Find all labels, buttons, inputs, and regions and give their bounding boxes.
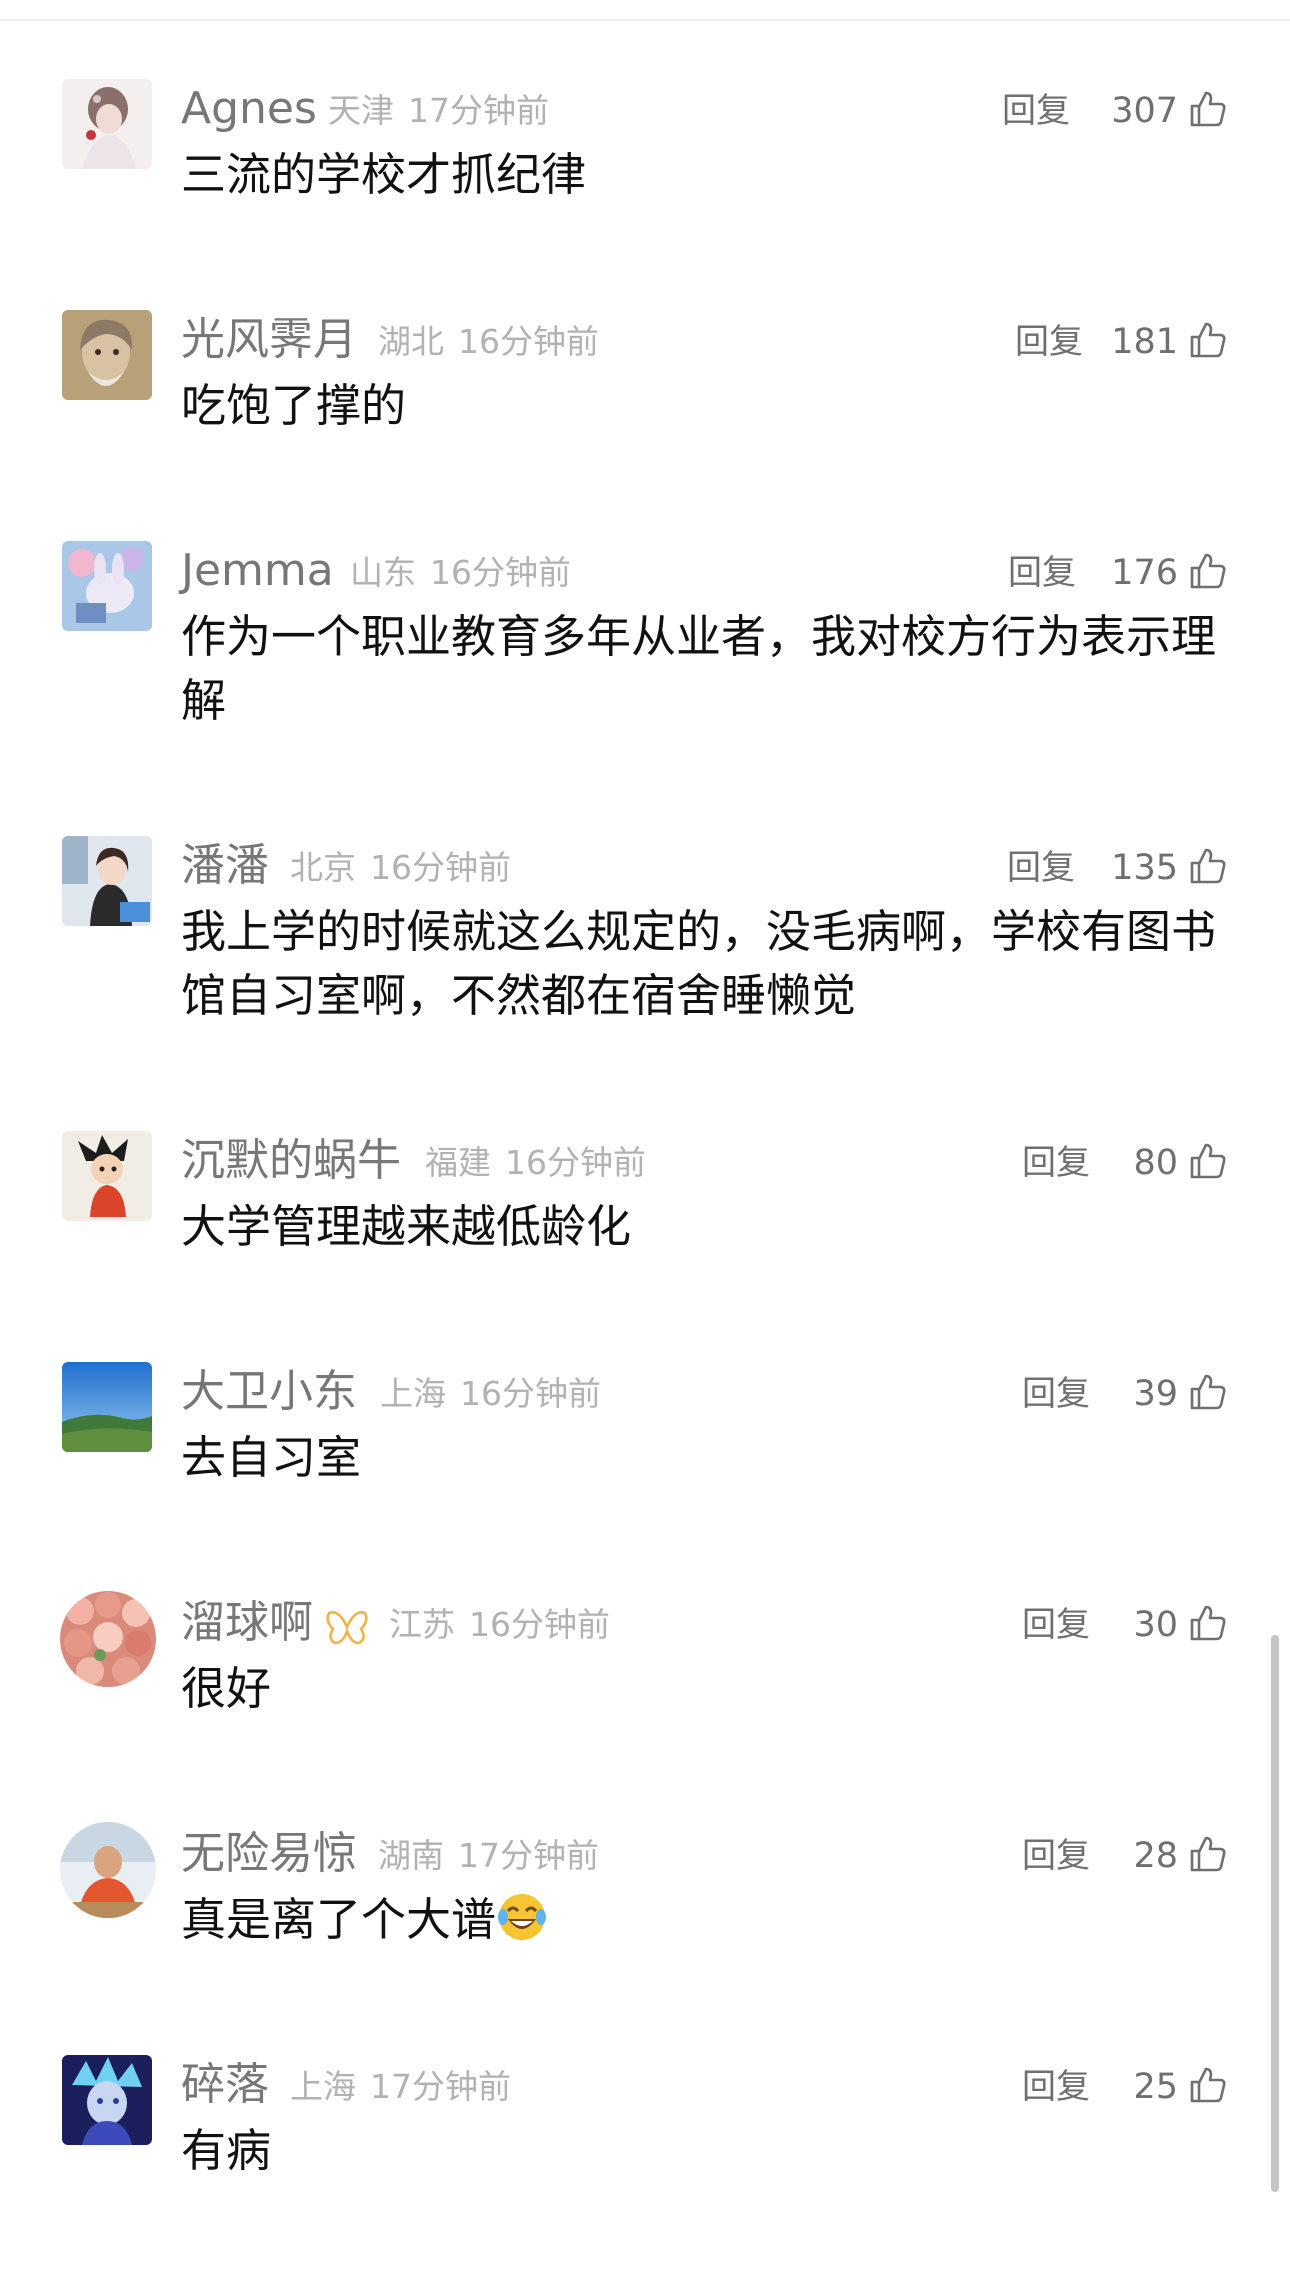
reply-button[interactable]: 回复 [1022, 1370, 1090, 1418]
reply-button[interactable]: 回复 [1007, 844, 1075, 892]
comment-meta: 北京 16分钟前 [290, 844, 511, 892]
reply-button[interactable]: 回复 [1022, 1601, 1090, 1649]
comment-meta: 湖北 16分钟前 [378, 318, 599, 366]
comment-meta: 江苏 16分钟前 [389, 1601, 610, 1649]
comment-meta: 福建 16分钟前 [425, 1139, 646, 1187]
comment-item: 光风霁月 湖北 16分钟前 回复 181 吃饱了撑的 [0, 310, 1290, 530]
timestamp: 16分钟前 [469, 1605, 610, 1644]
scrollbar[interactable] [1271, 1635, 1279, 2192]
comment-item: Agnes 天津 17分钟前 回复 307 三流的学校才抓纪律 [0, 79, 1290, 299]
top-divider [0, 0, 1290, 21]
comment-item: Jemma 山东 16分钟前 回复 176 作为一个职业教育多年从业者，我对校方行… [0, 541, 1290, 761]
like-count: 181 [1111, 322, 1178, 362]
timestamp: 16分钟前 [430, 553, 571, 592]
reply-button[interactable]: 回复 [1008, 549, 1076, 597]
location: 福建 [425, 1143, 491, 1182]
reply-button[interactable]: 回复 [1022, 1139, 1090, 1187]
timestamp: 17分钟前 [408, 91, 549, 130]
location: 上海 [380, 1374, 446, 1413]
timestamp: 17分钟前 [458, 1836, 599, 1875]
location: 湖北 [378, 322, 444, 361]
thumbs-up-icon[interactable] [1188, 320, 1228, 360]
thumbs-up-icon[interactable] [1188, 1372, 1228, 1412]
thumbs-up-icon[interactable] [1188, 2065, 1228, 2105]
comment-item: 沉默的蜗牛 福建 16分钟前 回复 80 大学管理越来越低龄化 [0, 1131, 1290, 1351]
user-name[interactable]: 潘潘 [181, 838, 269, 894]
user-avatar[interactable] [60, 1822, 156, 1918]
comment-text: 大学管理越来越低龄化 [181, 1200, 632, 1253]
comment-meta: 湖南 17分钟前 [378, 1832, 599, 1880]
location: 湖南 [378, 1836, 444, 1875]
user-name[interactable]: 溜球啊 [181, 1595, 313, 1651]
comment-text: 三流的学校才抓纪律 [181, 148, 587, 201]
location: 山东 [350, 553, 416, 592]
comment-text: 吃饱了撑的 [181, 379, 407, 432]
thumbs-up-icon[interactable] [1188, 1834, 1228, 1874]
location: 天津 [328, 91, 394, 130]
user-name[interactable]: Jemma [181, 543, 334, 599]
comment-text-content: 真是离了个大谱 [181, 1893, 497, 1946]
comment-item: 无险易惊 湖南 17分钟前 回复 28 真是离了个大谱 [0, 1822, 1290, 2044]
timestamp: 16分钟前 [460, 1374, 601, 1413]
comment-text: 有病 [181, 2124, 272, 2177]
location: 上海 [290, 2067, 356, 2106]
timestamp: 16分钟前 [370, 848, 511, 887]
user-name[interactable]: Agnes [181, 81, 317, 137]
like-count: 80 [1133, 1143, 1178, 1183]
thumbs-up-icon[interactable] [1188, 1141, 1228, 1181]
reply-button[interactable]: 回复 [1015, 318, 1083, 366]
like-count: 28 [1133, 1836, 1178, 1876]
comment-text: 去自习室 [181, 1431, 362, 1484]
user-name[interactable]: 大卫小东 [181, 1364, 357, 1420]
user-avatar[interactable] [62, 836, 152, 926]
comment-meta: 上海 16分钟前 [380, 1370, 601, 1418]
like-count: 30 [1133, 1605, 1178, 1645]
comment-item: 潘潘 北京 16分钟前 回复 135 我上学的时候就这么规定的，没毛病啊，学校有图… [0, 836, 1290, 1056]
thumbs-up-icon[interactable] [1188, 846, 1228, 886]
like-count: 135 [1111, 848, 1178, 888]
user-name[interactable]: 光风霁月 [181, 312, 357, 368]
user-avatar[interactable] [62, 2055, 152, 2145]
comment-text: 我上学的时候就这么规定的，没毛病啊，学校有图书馆自习室啊，不然都在宿舍睡懒觉 [181, 905, 1217, 1022]
comment-text: 很好 [181, 1662, 272, 1715]
timestamp: 16分钟前 [458, 322, 599, 361]
user-name[interactable]: 沉默的蜗牛 [181, 1133, 401, 1189]
laughing-crying-emoji-icon [498, 1894, 547, 1940]
like-count: 176 [1111, 553, 1178, 593]
user-avatar[interactable] [62, 1362, 152, 1452]
user-avatar[interactable] [62, 541, 152, 631]
comment-item: 溜球啊 江苏 16分钟前 回复 30 很好 [0, 1591, 1290, 1813]
thumbs-up-icon[interactable] [1188, 551, 1228, 591]
location: 江苏 [389, 1605, 455, 1644]
butterfly-badge-icon [326, 1611, 368, 1645]
comment-meta: 上海 17分钟前 [290, 2063, 511, 2111]
comment-item: 大卫小东 上海 16分钟前 回复 39 去自习室 [0, 1362, 1290, 1582]
user-avatar[interactable] [62, 79, 152, 169]
comment-text: 真是离了个大谱 [181, 1888, 1241, 1952]
user-name[interactable]: 碎落 [181, 2057, 269, 2113]
like-count: 307 [1111, 91, 1178, 131]
reply-button[interactable]: 回复 [1022, 2063, 1090, 2111]
reply-button[interactable]: 回复 [1002, 87, 1070, 135]
location: 北京 [290, 848, 356, 887]
user-avatar[interactable] [62, 310, 152, 400]
timestamp: 16分钟前 [505, 1143, 646, 1182]
user-avatar[interactable] [60, 1591, 156, 1687]
like-count: 25 [1133, 2067, 1178, 2107]
user-avatar[interactable] [62, 1131, 152, 1221]
comment-text: 作为一个职业教育多年从业者，我对校方行为表示理解 [181, 610, 1217, 727]
thumbs-up-icon[interactable] [1188, 1603, 1228, 1643]
reply-button[interactable]: 回复 [1022, 1832, 1090, 1880]
timestamp: 17分钟前 [370, 2067, 511, 2106]
comment-item: 碎落 上海 17分钟前 回复 25 有病 [0, 2055, 1290, 2275]
like-count: 39 [1133, 1374, 1178, 1414]
comment-meta: 山东 16分钟前 [350, 549, 571, 597]
user-name[interactable]: 无险易惊 [181, 1826, 357, 1882]
thumbs-up-icon[interactable] [1188, 89, 1228, 129]
comment-meta: 天津 17分钟前 [328, 87, 549, 135]
